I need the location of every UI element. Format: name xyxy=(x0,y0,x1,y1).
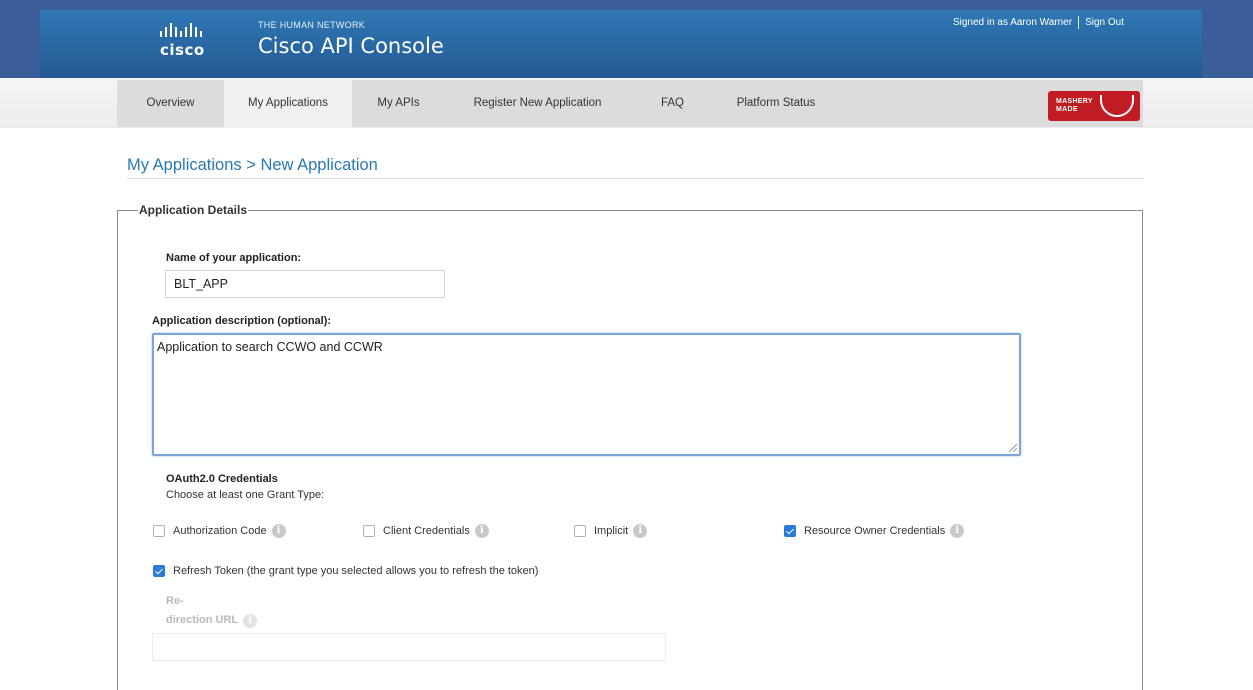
signed-in-text: Signed in as Aaron Warner xyxy=(952,17,1073,28)
redirection-url-label-line1: Re- xyxy=(166,595,184,607)
nav-my-apis[interactable]: My APIs xyxy=(352,80,445,127)
resource-owner-credentials-checkbox[interactable] xyxy=(784,525,796,537)
grant-authorization-code[interactable]: Authorization Code i xyxy=(153,524,286,538)
nav-overview[interactable]: Overview xyxy=(117,80,224,127)
console-title: Cisco API Console xyxy=(258,34,444,58)
application-description-textarea[interactable]: Application to search CCWO and CCWR xyxy=(152,333,1021,456)
grant-resource-owner-credentials[interactable]: Resource Owner Credentials i xyxy=(784,524,965,538)
refresh-token-checkbox[interactable] xyxy=(153,565,165,577)
divider xyxy=(1078,16,1080,29)
user-status: Signed in as Aaron Warner Sign Out xyxy=(953,16,1124,29)
sign-out-link[interactable]: Sign Out xyxy=(1085,17,1124,28)
redirection-url-input[interactable] xyxy=(152,633,666,661)
info-icon[interactable]: i xyxy=(243,613,258,628)
description-label: Application description (optional): xyxy=(152,315,332,327)
breadcrumb-divider xyxy=(127,178,1143,179)
cisco-logo-bars xyxy=(160,23,210,37)
nav-faq[interactable]: FAQ xyxy=(630,80,715,127)
oauth-hint: Choose at least one Grant Type: xyxy=(166,489,325,501)
client-credentials-label: Client Credentials xyxy=(383,525,470,537)
resize-grip-icon[interactable] xyxy=(1006,441,1018,453)
info-icon[interactable]: i xyxy=(271,524,286,538)
breadcrumb: My Applications > New Application xyxy=(127,156,378,174)
oauth-title: OAuth2.0 Credentials xyxy=(166,473,278,485)
info-icon[interactable]: i xyxy=(950,524,965,538)
authorization-code-label: Authorization Code xyxy=(173,525,267,537)
cisco-logo[interactable]: cisco xyxy=(160,23,210,63)
mashery-badge[interactable]: MASHERY MADE xyxy=(1048,91,1140,121)
redirection-url-label: Re- direction URL i xyxy=(166,592,258,630)
fieldset-legend: Application Details xyxy=(138,203,249,217)
refresh-token-label: Refresh Token (the grant type you select… xyxy=(173,565,539,577)
refresh-token-option[interactable]: Refresh Token (the grant type you select… xyxy=(153,565,538,577)
authorization-code-checkbox[interactable] xyxy=(153,525,165,537)
nav-register-new-application[interactable]: Register New Application xyxy=(445,80,630,127)
tagline: THE HUMAN NETWORK xyxy=(258,20,366,30)
info-icon[interactable]: i xyxy=(633,524,648,538)
implicit-checkbox[interactable] xyxy=(574,525,586,537)
grant-client-credentials[interactable]: Client Credentials i xyxy=(363,524,489,538)
redirection-url-label-line2: direction URL xyxy=(166,614,239,626)
client-credentials-checkbox[interactable] xyxy=(363,525,375,537)
nav-platform-status[interactable]: Platform Status xyxy=(715,80,837,127)
cisco-logo-text: cisco xyxy=(160,41,205,59)
resource-owner-credentials-label: Resource Owner Credentials xyxy=(804,525,946,537)
site-header: cisco THE HUMAN NETWORK Cisco API Consol… xyxy=(40,10,1202,78)
grant-implicit[interactable]: Implicit i xyxy=(574,524,648,538)
mashery-swoosh-icon xyxy=(1100,95,1134,117)
name-label: Name of your application: xyxy=(166,252,302,264)
mashery-badge-text: MASHERY MADE xyxy=(1056,98,1093,113)
nav-my-applications[interactable]: My Applications xyxy=(224,80,352,127)
application-name-input[interactable] xyxy=(165,270,445,298)
info-icon[interactable]: i xyxy=(474,524,489,538)
main-nav: Overview My Applications My APIs Registe… xyxy=(117,80,1143,127)
implicit-label: Implicit xyxy=(594,525,629,537)
